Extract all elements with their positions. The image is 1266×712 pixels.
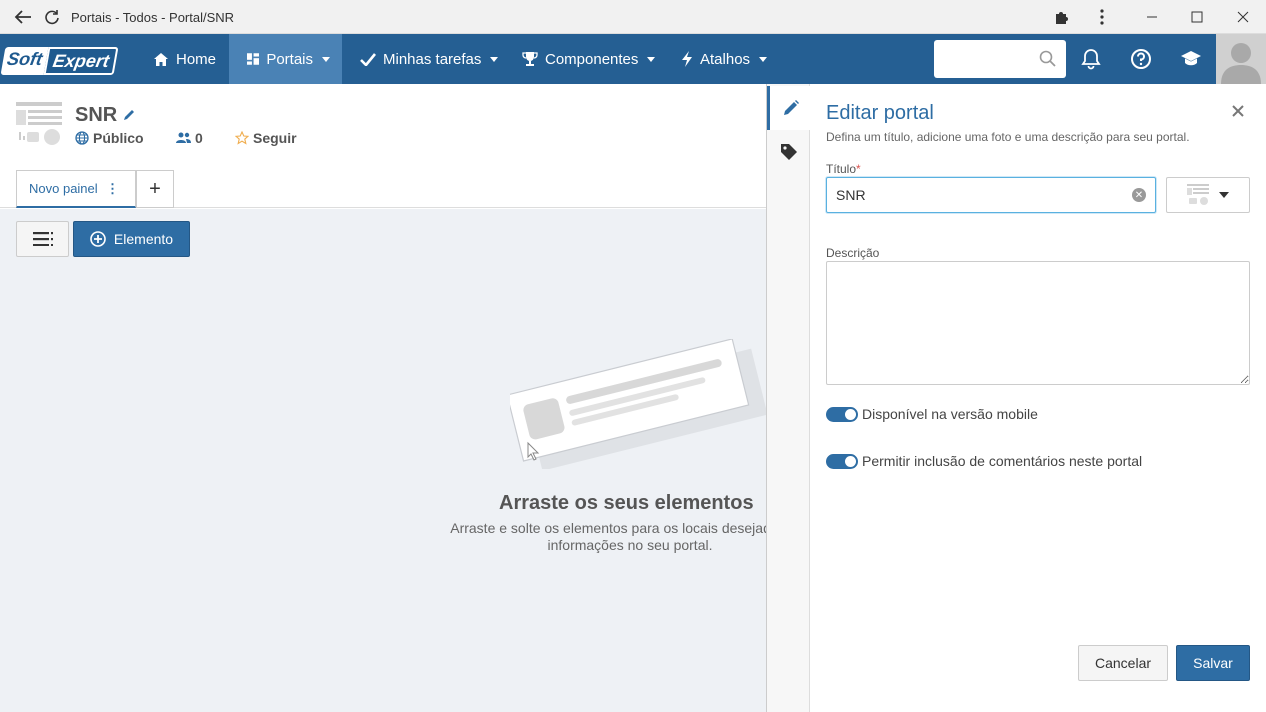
user-avatar[interactable] [1216,34,1266,84]
nav-portais[interactable]: Portais [229,34,342,84]
panel-subtitle: Defina um título, adicione uma foto e um… [826,130,1190,144]
title-input[interactable] [826,177,1156,213]
empty-state-title: Arraste os seus elementos [499,492,754,514]
nav-atalhos-label: Atalhos [700,50,751,68]
comments-toggle[interactable] [826,453,858,469]
dashboard-icon [247,53,260,65]
main-navbar: Soft Expert Home Portais Minhas tarefas … [0,34,1266,84]
browser-tab-title: Portais - Todos - Portal/SNR [71,10,235,25]
pencil-icon [783,100,799,115]
home-icon [154,52,168,66]
nav-portais-label: Portais [266,50,313,68]
nav-home-label: Home [176,50,217,68]
extensions-puzzle-icon[interactable] [1052,7,1072,27]
required-mark: * [856,162,861,176]
title-field-label: Título* [826,162,861,176]
empty-state-line2: informações no seu portal. [547,537,713,553]
back-arrow-icon[interactable] [13,7,33,27]
chevron-down-icon [647,56,656,62]
close-icon[interactable] [1232,100,1244,123]
edit-panel-side-tabs [766,84,811,712]
edit-pencil-icon[interactable] [122,108,136,125]
title-label-text: Título [826,162,857,176]
nav-componentes[interactable]: Componentes [510,34,667,84]
nav-minhas-tarefas[interactable]: Minhas tarefas [348,34,510,84]
bell-icon[interactable] [1078,46,1104,72]
portal-workspace: Elemento Arraste os seus elementos Arras… [0,209,766,712]
chevron-down-icon [322,56,330,62]
graduation-cap-icon[interactable] [1178,46,1204,72]
logo-soft-text: Soft [0,47,49,75]
members-count: 0 [195,130,203,146]
mobile-toggle-row: Disponível na versão mobile [826,406,1038,422]
reload-icon[interactable] [42,7,62,27]
tab-novo-painel[interactable]: Novo painel ⋮ [16,170,136,208]
plus-icon: + [149,177,161,200]
portal-thumbnail-icon [16,102,64,148]
nav-componentes-label: Componentes [545,50,639,68]
globe-icon [75,131,89,145]
comments-toggle-label: Permitir inclusão de comentários neste p… [862,453,1143,469]
nav-home[interactable]: Home [141,34,228,84]
menu-button[interactable] [16,221,69,257]
chevron-down-icon [1219,192,1229,198]
empty-state-description: Arraste e solte os elementos para os loc… [380,520,766,554]
save-button[interactable]: Salvar [1176,645,1250,681]
description-textarea[interactable] [826,261,1250,385]
tab-tags[interactable] [767,130,811,174]
follow-button[interactable]: Seguir [235,130,297,146]
check-icon [360,52,376,66]
tab-novo-painel-label: Novo painel [29,181,98,196]
description-field-label: Descrição [826,246,880,260]
comments-toggle-row: Permitir inclusão de comentários neste p… [826,453,1142,469]
softexpert-logo[interactable]: Soft Expert [0,47,128,75]
portal-header: SNR Público 0 Seguir Novo painel ⋮ + [0,84,766,208]
users-icon [176,132,191,143]
add-element-label: Elemento [113,231,174,247]
search-icon[interactable] [1039,50,1056,72]
empty-state-line1: Arraste e solte os elementos para os loc… [450,520,766,536]
add-element-button[interactable]: Elemento [73,221,190,257]
follow-label: Seguir [253,130,297,146]
list-menu-icon [32,232,53,246]
clear-input-icon[interactable]: ✕ [1132,188,1146,202]
help-icon[interactable] [1128,46,1154,72]
close-window-icon[interactable] [1233,7,1253,27]
panel-title: Editar portal [826,102,934,124]
more-vertical-icon[interactable] [1092,7,1112,27]
nav-minhas-tarefas-label: Minhas tarefas [383,50,482,68]
chevron-down-icon [490,56,499,62]
bolt-icon [682,51,692,67]
drag-illustration [506,338,766,471]
trophy-icon [522,52,538,66]
tab-edit[interactable] [767,86,811,130]
tag-icon [781,144,797,160]
nav-search-box[interactable] [934,40,1066,78]
logo-expert-text: Expert [43,47,119,75]
chevron-down-icon [759,56,768,62]
members-info[interactable]: 0 [176,130,203,146]
mobile-toggle[interactable] [826,406,858,422]
add-tab-button[interactable]: + [136,170,174,208]
visibility-label: Público [93,130,144,146]
mobile-toggle-label: Disponível na versão mobile [862,406,1038,422]
cancel-button[interactable]: Cancelar [1078,645,1168,681]
plus-circle-icon [90,231,106,247]
portal-thumbnail-icon [1187,184,1209,205]
star-icon [235,131,249,145]
portal-title: SNR [75,104,118,126]
more-vertical-icon[interactable]: ⋮ [106,181,119,197]
minimize-icon[interactable] [1142,7,1162,27]
nav-atalhos[interactable]: Atalhos [669,34,779,84]
maximize-icon[interactable] [1187,7,1207,27]
edit-portal-panel: Editar portal Defina um título, adicione… [810,84,1266,712]
visibility-info: Público [75,130,144,146]
portal-icon-picker[interactable] [1166,177,1250,213]
browser-title-bar: Portais - Todos - Portal/SNR [0,0,1266,34]
